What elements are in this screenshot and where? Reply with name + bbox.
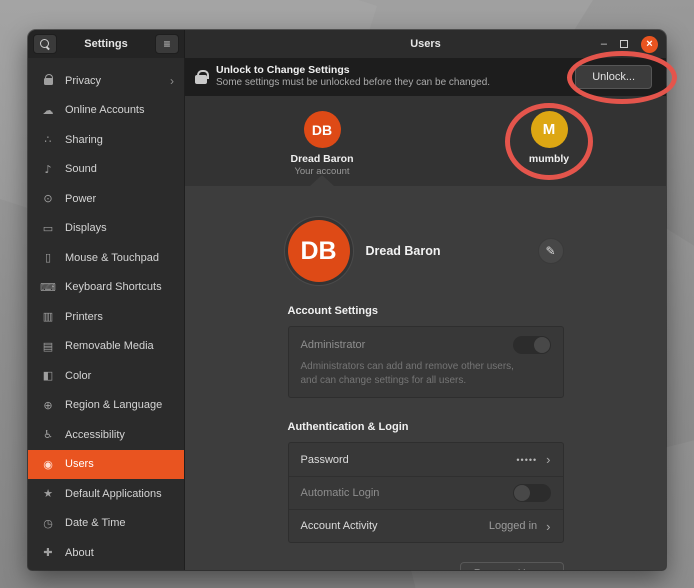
sidebar-item-users[interactable]: ◉ Users (28, 450, 184, 480)
administrator-description: Administrators can add and remove other … (301, 360, 516, 387)
administrator-toggle[interactable] (513, 336, 551, 354)
sidebar-item-printers[interactable]: ▥ Printers (28, 302, 184, 332)
close-button[interactable]: × (641, 36, 658, 53)
chevron-right-icon: › (546, 452, 550, 467)
window-controls: – × (601, 30, 658, 58)
maximize-button[interactable] (620, 40, 628, 48)
sidebar-item-online-accounts[interactable]: ☁ Online Accounts (28, 96, 184, 126)
printer-icon: ▥ (40, 310, 56, 323)
clock-icon: ◷ (40, 517, 56, 530)
user-chip-mumbly[interactable]: M mumbly (494, 111, 604, 165)
avatar: DB (304, 111, 341, 148)
monitor-icon: ▭ (40, 222, 56, 235)
sidebar: Privacy › ☁ Online Accounts ∴ Sharing ♪ … (28, 58, 185, 570)
user-header: DB Dread Baron ✎ (288, 220, 564, 282)
search-button[interactable] (33, 34, 57, 54)
sidebar-item-removable-media[interactable]: ▤ Removable Media (28, 332, 184, 362)
lock-icon (195, 75, 207, 84)
sidebar-item-date-time[interactable]: ◷ Date & Time (28, 509, 184, 539)
administrator-card: Administrator Administrators can add and… (288, 326, 564, 398)
media-icon: ▤ (40, 340, 56, 353)
unlock-banner: Unlock to Change Settings Some settings … (185, 58, 666, 96)
password-dots: ••••• (516, 455, 537, 465)
sidebar-item-about[interactable]: ✚ About (28, 538, 184, 568)
chevron-right-icon: › (170, 74, 174, 88)
administrator-label: Administrator (301, 339, 366, 351)
unlock-text: Unlock to Change Settings Some settings … (216, 64, 566, 90)
remove-user-button[interactable]: Remove User... (460, 562, 564, 570)
auth-login-card: Password ••••• › Automatic Login Account… (288, 442, 564, 543)
section-heading-auth-login: Authentication & Login (288, 421, 564, 433)
user-detail-panel: DB Dread Baron ✎ Account Settings Admini… (185, 186, 666, 570)
settings-window: Settings ≡ Users – × Privacy › ☁ Online … (28, 30, 666, 570)
sidebar-header: Settings ≡ (28, 30, 185, 58)
user-carousel: DB Dread Baron Your account M mumbly (185, 96, 666, 186)
person-icon: ◉ (40, 458, 56, 471)
color-icon: ◧ (40, 369, 56, 382)
automatic-login-toggle[interactable] (513, 484, 551, 502)
star-icon: ★ (40, 487, 56, 500)
minimize-button[interactable]: – (601, 39, 607, 50)
menu-button[interactable]: ≡ (155, 34, 179, 54)
account-activity-row[interactable]: Account Activity Logged in › (289, 509, 563, 542)
hamburger-icon: ≡ (163, 37, 170, 51)
keyboard-icon: ⌨ (40, 281, 56, 294)
unlock-title: Unlock to Change Settings (216, 64, 566, 77)
sidebar-item-privacy[interactable]: Privacy › (28, 66, 184, 96)
sidebar-item-default-applications[interactable]: ★ Default Applications (28, 479, 184, 509)
sidebar-item-mouse-touchpad[interactable]: ▯ Mouse & Touchpad (28, 243, 184, 273)
section-heading-account-settings: Account Settings (288, 305, 564, 317)
users-panel: Unlock to Change Settings Some settings … (185, 58, 666, 570)
chevron-right-icon: › (546, 519, 550, 534)
search-icon (40, 39, 50, 49)
accessibility-icon: ♿ (40, 428, 56, 441)
share-icon: ∴ (40, 133, 56, 146)
main-header[interactable]: Users – × (185, 30, 666, 58)
sidebar-item-sound[interactable]: ♪ Sound (28, 155, 184, 185)
cloud-icon: ☁ (40, 104, 56, 117)
selected-user-notch (310, 175, 334, 186)
sidebar-item-accessibility[interactable]: ♿ Accessibility (28, 420, 184, 450)
music-note-icon: ♪ (40, 163, 56, 176)
sidebar-item-keyboard-shortcuts[interactable]: ⌨ Keyboard Shortcuts (28, 273, 184, 303)
user-chip-dread-baron[interactable]: DB Dread Baron Your account (267, 111, 377, 177)
sidebar-item-color[interactable]: ◧ Color (28, 361, 184, 391)
about-icon: ✚ (40, 546, 56, 559)
account-activity-value: Logged in (489, 520, 537, 532)
unlock-button[interactable]: Unlock... (575, 65, 652, 89)
password-row[interactable]: Password ••••• › (289, 443, 563, 476)
user-name: Dread Baron (366, 244, 538, 258)
pencil-icon: ✎ (545, 244, 555, 258)
unlock-subtitle: Some settings must be unlocked before th… (216, 77, 566, 90)
sidebar-item-region-language[interactable]: ⊕ Region & Language (28, 391, 184, 421)
automatic-login-row: Automatic Login (289, 476, 563, 509)
titlebar: Settings ≡ Users – × (28, 30, 666, 58)
edit-name-button[interactable]: ✎ (538, 238, 564, 264)
page-title: Users (410, 38, 441, 50)
sidebar-item-power[interactable]: ⊙ Power (28, 184, 184, 214)
globe-icon: ⊕ (40, 399, 56, 412)
avatar: M (531, 111, 568, 148)
sidebar-item-sharing[interactable]: ∴ Sharing (28, 125, 184, 155)
avatar[interactable]: DB (288, 220, 350, 282)
maximize-icon (620, 40, 628, 48)
mouse-icon: ▯ (40, 251, 56, 264)
power-icon: ⊙ (40, 192, 56, 205)
sidebar-title: Settings (84, 38, 127, 50)
sidebar-item-displays[interactable]: ▭ Displays (28, 214, 184, 244)
lock-icon (40, 74, 56, 88)
